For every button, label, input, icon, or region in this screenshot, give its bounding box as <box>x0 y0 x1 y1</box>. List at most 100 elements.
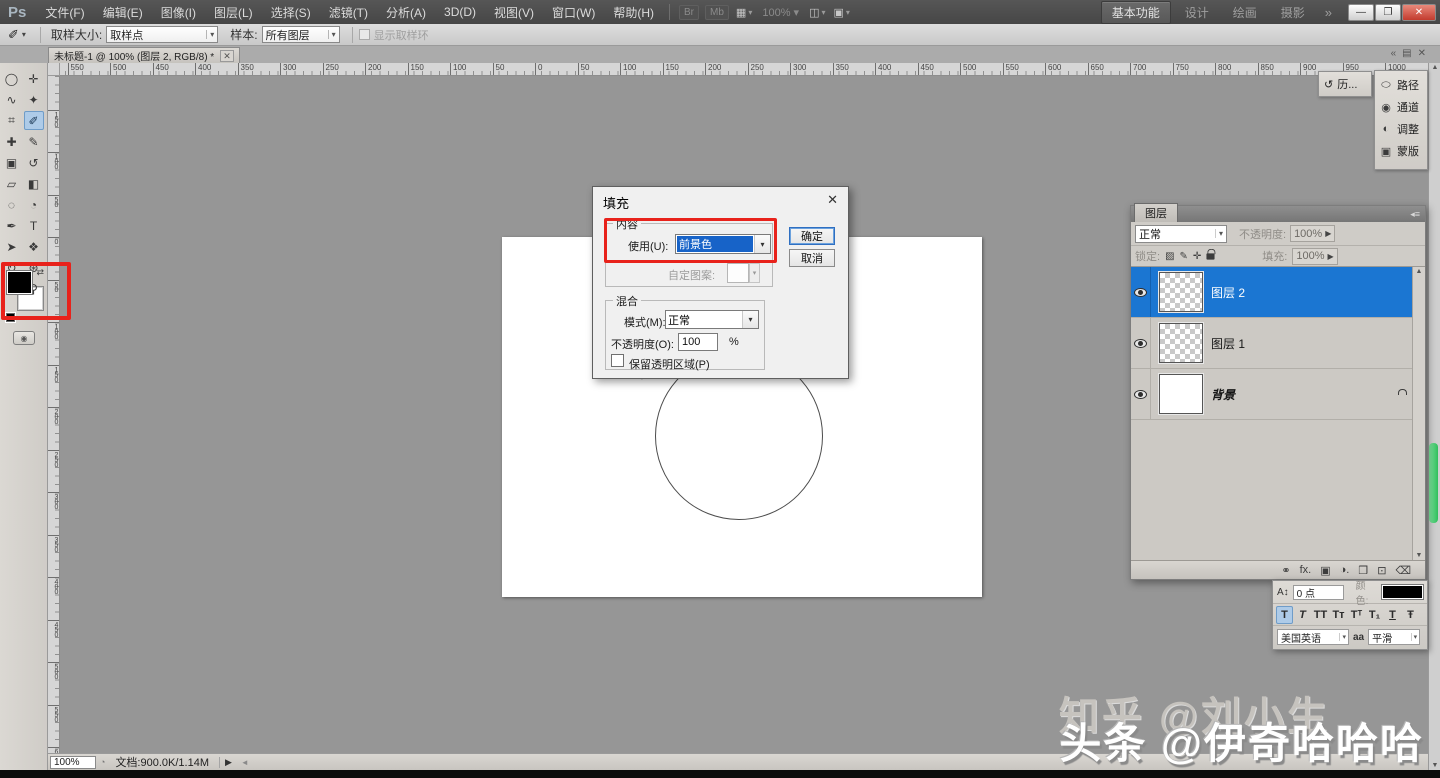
scroll-down-icon[interactable]: ▼ <box>1416 552 1423 559</box>
elliptical-marquee-tool[interactable]: ◯ <box>2 69 22 88</box>
mini-bridge-button[interactable]: Mb <box>705 5 729 20</box>
ruler-origin-corner[interactable] <box>48 63 60 76</box>
panel-grid-icon[interactable]: ▤ <box>1402 48 1411 59</box>
quick-mask-button[interactable]: ◉ <box>13 331 35 345</box>
custom-pattern-swatch[interactable] <box>727 263 749 283</box>
new-layer-icon[interactable]: ⊡ <box>1377 564 1386 577</box>
language-dropdown[interactable]: 美国英语 ▾ <box>1277 629 1349 645</box>
eyedropper-tool-preset[interactable]: ✐ ▾ <box>0 27 34 43</box>
custom-shape-tool[interactable]: ❖ <box>24 237 44 256</box>
menu-item-10[interactable]: 帮助(H) <box>604 0 663 24</box>
mode-dropdown[interactable]: 正常 ▾ <box>665 310 759 329</box>
magic-wand-tool[interactable]: ✦ <box>24 90 44 109</box>
scroll-up-icon[interactable]: ▲ <box>1416 268 1423 275</box>
layer-row[interactable]: 图层 1 <box>1131 318 1425 369</box>
visibility-toggle[interactable] <box>1131 267 1151 317</box>
restore-button[interactable]: ❐ <box>1375 4 1401 21</box>
layer-thumbnail[interactable] <box>1159 323 1203 363</box>
tab-close-icon[interactable]: ✕ <box>220 50 234 62</box>
show-sampling-ring-checkbox[interactable]: 显示取样环 <box>359 27 429 43</box>
faux-italic-button[interactable]: T <box>1294 606 1311 624</box>
menu-item-0[interactable]: 文件(F) <box>36 0 93 24</box>
leading-input[interactable]: 0 点 <box>1293 585 1344 600</box>
sample-size-dropdown[interactable]: 取样点 ▾ <box>106 26 218 43</box>
layers-scrollbar[interactable]: ▲ ▼ <box>1412 267 1425 560</box>
collapse-arrows-icon[interactable]: « <box>1391 48 1397 59</box>
all-caps-button[interactable]: TT <box>1312 606 1329 624</box>
layer-fill-value[interactable]: 100%▶ <box>1292 248 1337 265</box>
document-tab[interactable]: 未标题-1 @ 100% (图层 2, RGB/8) * ✕ <box>48 47 240 63</box>
visibility-toggle[interactable] <box>1131 369 1151 419</box>
new-adjustment-layer-icon[interactable]: ◑. <box>1340 564 1350 576</box>
new-group-icon[interactable]: ❒ <box>1358 564 1368 577</box>
link-layers-icon[interactable]: ⚭ <box>1281 564 1290 577</box>
tab-layers[interactable]: 图层 <box>1134 203 1178 222</box>
status-menu-arrow-icon[interactable]: ▶ <box>219 757 237 768</box>
zoom-level-dropdown[interactable]: 100% ▾ <box>762 6 799 19</box>
dock-panel-channels[interactable]: ◉通道 <box>1375 96 1427 118</box>
add-layer-mask-icon[interactable]: ▣ <box>1320 564 1330 577</box>
cancel-button[interactable]: 取消 <box>789 249 835 267</box>
healing-brush-tool[interactable]: ✚ <box>2 132 22 151</box>
superscript-button[interactable]: Tᵀ <box>1348 606 1365 624</box>
path-selection-tool[interactable]: ➤ <box>2 237 22 256</box>
layer-row[interactable]: 图层 2 <box>1131 267 1425 318</box>
menu-item-7[interactable]: 3D(D) <box>435 0 485 24</box>
lock-position-icon[interactable]: ✛ <box>1193 251 1201 262</box>
menu-item-2[interactable]: 图像(I) <box>152 0 205 24</box>
scroll-down-icon[interactable]: ▼ <box>1429 762 1440 769</box>
lasso-tool[interactable]: ∿ <box>2 90 22 109</box>
smudge-tool[interactable]: ◌ <box>2 195 22 214</box>
view-extras-button[interactable]: ▦▾ <box>736 6 752 19</box>
eraser-tool[interactable]: ▱ <box>2 174 22 193</box>
dock-panel-paths[interactable]: ⬭路径 <box>1375 74 1427 96</box>
scroll-left-icon[interactable]: ◄ <box>241 758 249 767</box>
workspace-essentials-button[interactable]: 基本功能 <box>1101 1 1171 24</box>
type-tool[interactable]: T <box>24 216 44 235</box>
menu-item-3[interactable]: 图层(L) <box>205 0 262 24</box>
subscript-button[interactable]: T₁ <box>1366 606 1383 624</box>
visibility-toggle[interactable] <box>1131 318 1151 368</box>
workspace-painting-button[interactable]: 绘画 <box>1223 2 1267 23</box>
pen-tool[interactable]: ✒ <box>2 216 22 235</box>
strikethrough-button[interactable]: Ŧ <box>1402 606 1419 624</box>
minimize-button[interactable]: — <box>1348 4 1374 21</box>
layer-opacity-value[interactable]: 100%▶ <box>1290 225 1335 242</box>
move-tool[interactable]: ✛ <box>24 69 44 88</box>
close-button[interactable]: ✕ <box>1402 4 1436 21</box>
opacity-input[interactable]: 100 <box>678 333 718 351</box>
brush-tool[interactable]: ✎ <box>24 132 44 151</box>
blend-mode-dropdown[interactable]: 正常 ▾ <box>1135 225 1227 243</box>
history-brush-tool[interactable]: ↺ <box>24 153 44 172</box>
gradient-tool[interactable]: ◧ <box>24 174 44 193</box>
menu-item-4[interactable]: 选择(S) <box>262 0 320 24</box>
pattern-picker-chevron[interactable]: ▾ <box>749 263 760 283</box>
text-color-swatch[interactable] <box>1382 585 1423 599</box>
dock-panel-adjustments[interactable]: ◐调整 <box>1375 118 1427 140</box>
lock-transparent-pixels-icon[interactable]: ▨ <box>1165 251 1174 262</box>
arrange-documents-button[interactable]: ◫▾ <box>809 6 825 19</box>
menu-item-8[interactable]: 视图(V) <box>485 0 543 24</box>
sample-layers-dropdown[interactable]: 所有图层 ▾ <box>262 26 340 43</box>
workspace-photography-button[interactable]: 摄影 <box>1271 2 1315 23</box>
dock-panel-masks[interactable]: ▣蒙版 <box>1375 140 1427 162</box>
dodge-tool[interactable]: ◔ <box>24 195 44 214</box>
small-caps-button[interactable]: Tᴛ <box>1330 606 1347 624</box>
screen-mode-button[interactable]: ▣▾ <box>834 6 850 19</box>
faux-bold-button[interactable]: T <box>1276 606 1293 624</box>
crop-tool[interactable]: ⌗ <box>2 111 22 130</box>
layer-thumbnail[interactable] <box>1159 374 1203 414</box>
ok-button[interactable]: 确定 <box>789 227 835 245</box>
workspace-overflow-button[interactable]: » <box>1317 5 1340 20</box>
anti-alias-dropdown[interactable]: 平滑 ▾ <box>1368 629 1420 645</box>
dialog-close-icon[interactable]: ✕ <box>827 192 838 208</box>
clone-stamp-tool[interactable]: ▣ <box>2 153 22 172</box>
panel-close-icon[interactable]: ✕ <box>1418 48 1426 59</box>
layer-style-fx-icon[interactable]: fx. <box>1300 564 1312 576</box>
workspace-design-button[interactable]: 设计 <box>1175 2 1219 23</box>
lock-image-pixels-icon[interactable]: ✎ <box>1180 251 1188 262</box>
history-panel-button[interactable]: ↺ 历... <box>1318 71 1372 97</box>
layer-thumbnail[interactable] <box>1159 272 1203 312</box>
panel-menu-icon[interactable]: ◂≡ <box>1410 209 1425 222</box>
scroll-up-icon[interactable]: ▲ <box>1429 64 1440 71</box>
